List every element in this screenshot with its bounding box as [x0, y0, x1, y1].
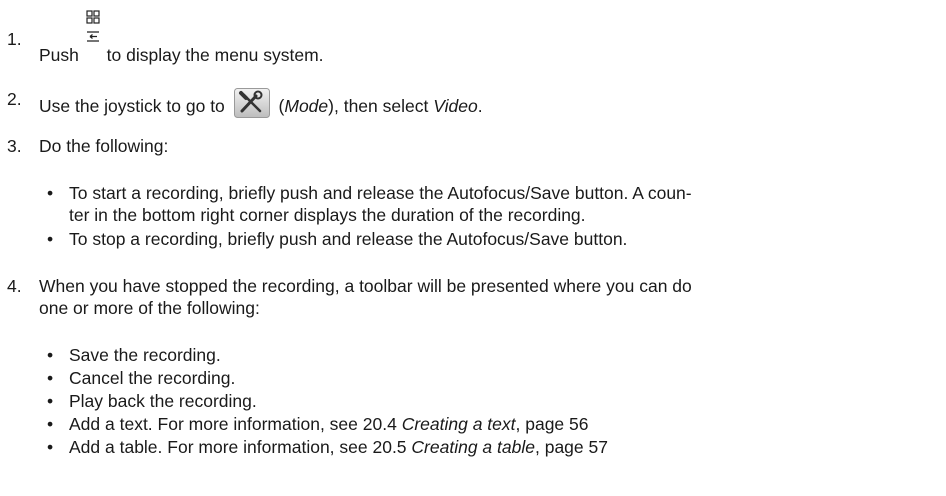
- step-text: When you have stopped the recording, a t…: [39, 276, 692, 318]
- bullet: •: [47, 368, 54, 388]
- tools-icon: [233, 88, 270, 118]
- bullet: •: [47, 345, 54, 365]
- bullet: •: [47, 391, 54, 411]
- bullet: •: [47, 183, 54, 203]
- step-number: 3.: [7, 136, 22, 156]
- bullet: •: [47, 414, 54, 434]
- step-text: Push to display the menu system.: [39, 10, 919, 66]
- cross-reference: Creating a table: [411, 437, 535, 457]
- step-text: Do the following:: [39, 136, 169, 156]
- bullet: •: [47, 437, 54, 457]
- step-text: Use the joystick to go to (Mode), then s…: [39, 88, 919, 118]
- menu-icon: [86, 10, 100, 64]
- cross-reference: Creating a text: [401, 414, 516, 434]
- step-number: 1.: [7, 29, 22, 49]
- bullet: •: [47, 229, 54, 249]
- step-number: 2.: [7, 89, 22, 109]
- step-number: 4.: [7, 276, 22, 296]
